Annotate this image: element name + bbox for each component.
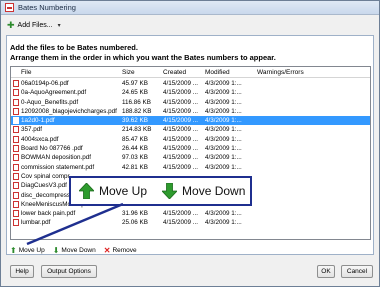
- file-name-cell: 357.pdf: [21, 126, 43, 134]
- file-name-cell: 0-Aquo_Benefits.pdf: [21, 98, 79, 106]
- big-arrow-down-icon: [162, 183, 178, 199]
- file-name-cell: commission statement.pdf: [21, 163, 95, 171]
- file-name-cell: 4004sxca.pdf: [21, 135, 59, 143]
- modified-cell: 4/3/2009 1:...: [205, 126, 242, 134]
- file-size-cell: 97.03 KB: [122, 154, 148, 162]
- file-size-cell: 188.82 KB: [122, 107, 152, 115]
- table-row[interactable]: 1a2d0-1.pdf 39.62 KB 4/15/2009 ... 4/3/2009…: [11, 116, 370, 126]
- modified-cell: 4/3/2009 1:...: [205, 80, 242, 87]
- add-files-label: Add Files...: [17, 21, 53, 29]
- created-cell: 4/15/2009 ...: [163, 126, 199, 134]
- file-name-cell: BOWMAN deposition.pdf: [21, 154, 91, 162]
- add-files-button[interactable]: ✚ Add Files... ▾: [7, 19, 61, 30]
- file-size-cell: 45.97 KB: [122, 80, 148, 87]
- modified-cell: 4/3/2009 1:...: [205, 107, 242, 115]
- big-arrow-up-icon: [79, 183, 94, 199]
- table-row[interactable]: 4004sxca.pdf 85.47 KB 4/15/2009 ... 4/3/200…: [11, 135, 370, 144]
- table-row[interactable]: 0-Aquo_Benefits.pdf 116.86 KB 4/15/2009 ..…: [11, 98, 370, 107]
- output-options-button[interactable]: Output Options: [41, 265, 97, 278]
- pdf-file-icon: [13, 80, 19, 87]
- list-header: File Size Created Modified Warnings/Erro…: [11, 67, 370, 78]
- modified-cell: 4/3/2009 1:...: [205, 117, 242, 125]
- created-cell: 4/15/2009 ...: [163, 80, 199, 87]
- column-header-modified[interactable]: Modified: [205, 69, 245, 76]
- file-size-cell: 31.96 KB: [122, 210, 148, 218]
- ok-button[interactable]: OK: [317, 265, 335, 278]
- created-cell: 4/15/2009 ...: [163, 219, 199, 227]
- created-cell: 4/15/2009 ...: [163, 145, 199, 153]
- pdf-file-icon: [13, 172, 19, 180]
- column-header-size[interactable]: Size: [122, 69, 162, 76]
- file-size-cell: 85.47 KB: [122, 135, 148, 143]
- bates-numbering-dialog: Bates Numbering ✚ Add Files... ▾ Add the…: [0, 0, 380, 287]
- pdf-file-icon: [13, 145, 19, 153]
- modified-cell: 4/3/2009 1:...: [205, 210, 242, 218]
- created-cell: 4/15/2009 ...: [163, 89, 199, 97]
- pdf-file-icon: [13, 163, 19, 171]
- pdf-file-icon: [13, 135, 19, 143]
- pdf-file-icon: [13, 89, 19, 97]
- table-row[interactable]: Board No 087766 .pdf 26.44 KB 4/15/2009 ..…: [11, 144, 370, 153]
- help-button[interactable]: Help: [10, 265, 34, 278]
- modified-cell: 4/3/2009 1:...: [205, 154, 242, 162]
- pdf-file-icon: [13, 117, 19, 125]
- pdf-file-icon: [13, 107, 19, 115]
- file-size-cell: 42.81 KB: [122, 163, 148, 171]
- created-cell: 4/15/2009 ...: [163, 210, 199, 218]
- callout-move-up-label: Move Up: [99, 184, 148, 198]
- file-size-cell: 214.83 KB: [122, 126, 152, 134]
- modified-cell: 4/3/2009 1:...: [205, 89, 242, 97]
- file-name-cell: 12092008_blagojevichcharges.pdf: [21, 107, 117, 115]
- file-name-cell: 0a-AquoAgreement.pdf: [21, 89, 87, 97]
- callout-pointer: [26, 202, 124, 246]
- modified-cell: 4/3/2009 1:...: [205, 135, 242, 143]
- created-cell: 4/15/2009 ...: [163, 117, 199, 125]
- chevron-down-icon[interactable]: ▾: [58, 22, 61, 29]
- table-row[interactable]: BOWMAN deposition.pdf 97.03 KB 4/15/2009 .…: [11, 153, 370, 162]
- file-size-cell: 25.06 KB: [122, 219, 148, 227]
- table-row[interactable]: commission statement.pdf 42.81 KB 4/15/200…: [11, 163, 370, 172]
- pdf-app-icon: [5, 3, 14, 12]
- pdf-file-icon: [13, 126, 19, 134]
- column-header-created[interactable]: Created: [163, 69, 203, 76]
- instructions: Add the files to be Bates numbered. Arra…: [10, 43, 370, 63]
- table-row[interactable]: 06a0194p-06.pdf 45.97 KB 4/15/2009 ... 4/3/…: [11, 79, 370, 88]
- pdf-file-icon: [13, 182, 19, 190]
- column-header-warnings[interactable]: Warnings/Errors: [257, 69, 357, 76]
- window-title: Bates Numbering: [18, 3, 76, 12]
- table-row[interactable]: 357.pdf 214.83 KB 4/15/2009 ... 4/3/2009 1:…: [11, 125, 370, 134]
- created-cell: 4/15/2009 ...: [163, 154, 199, 162]
- table-row[interactable]: 0a-AquoAgreement.pdf 24.65 KB 4/15/2009 ..…: [11, 88, 370, 97]
- file-name-cell: 1a2d0-1.pdf: [21, 117, 55, 125]
- file-name-cell: 06a0194p-06.pdf: [21, 80, 69, 87]
- plus-icon: ✚: [7, 19, 15, 30]
- created-cell: 4/15/2009 ...: [163, 98, 199, 106]
- created-cell: 4/15/2009 ...: [163, 107, 199, 115]
- modified-cell: 4/3/2009 1:...: [205, 145, 242, 153]
- cancel-button[interactable]: Cancel: [341, 265, 373, 278]
- modified-cell: 4/3/2009 1:...: [205, 219, 242, 227]
- table-row[interactable]: 12092008_blagojevichcharges.pdf 188.82 KB…: [11, 107, 370, 116]
- created-cell: 4/15/2009 ...: [163, 135, 199, 143]
- file-size-cell: 24.65 KB: [122, 89, 148, 97]
- instructions-line-1: Add the files to be Bates numbered.: [10, 43, 138, 52]
- pdf-file-icon: [13, 154, 19, 162]
- file-size-cell: 39.62 KB: [122, 117, 148, 125]
- pdf-file-icon: [13, 191, 19, 199]
- file-size-cell: 26.44 KB: [122, 145, 148, 153]
- file-name-cell: Board No 087766 .pdf: [21, 145, 83, 153]
- toolbar: ✚ Add Files... ▾: [1, 16, 379, 34]
- callout-move-down-label: Move Down: [182, 184, 246, 198]
- title-bar: Bates Numbering: [1, 1, 379, 15]
- created-cell: 4/15/2009 ...: [163, 163, 199, 171]
- modified-cell: 4/3/2009 1:...: [205, 98, 242, 106]
- pdf-file-icon: [13, 98, 19, 106]
- file-size-cell: 116.86 KB: [122, 98, 151, 106]
- instructions-line-2: Arrange them in the order in which you w…: [10, 53, 276, 62]
- column-header-file[interactable]: File: [21, 69, 119, 76]
- modified-cell: 4/3/2009 1:...: [205, 163, 242, 171]
